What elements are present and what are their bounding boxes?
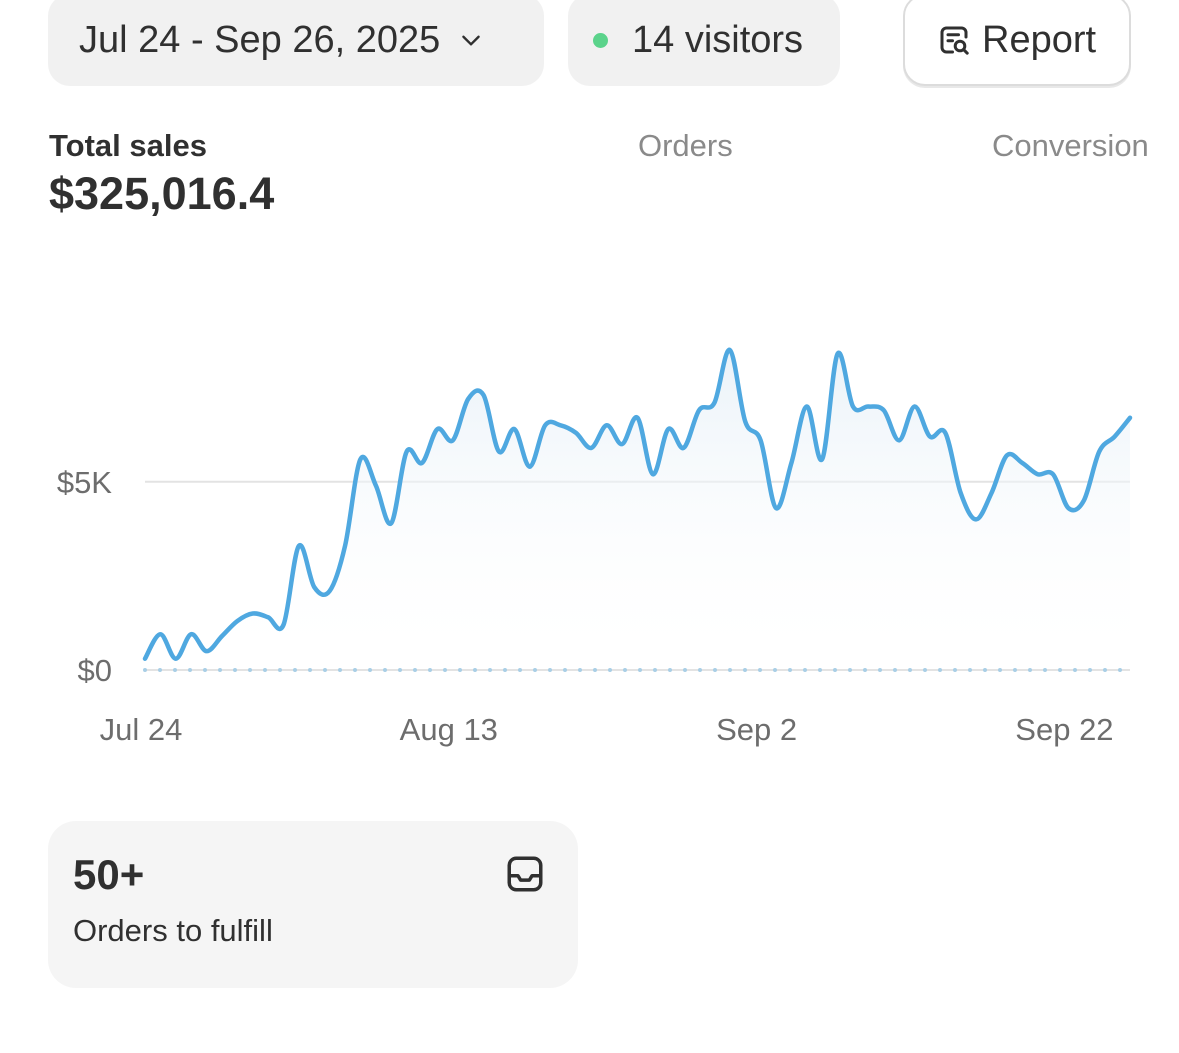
date-range-picker[interactable]: Jul 24 - Sep 26, 2025	[48, 0, 544, 86]
x-tick-label: Aug 13	[400, 712, 498, 747]
date-range-label: Jul 24 - Sep 26, 2025	[79, 18, 441, 61]
orders-to-fulfill-label: Orders to fulfill	[73, 913, 273, 948]
total-sales-value: $325,016.4	[49, 168, 275, 219]
tab-total-sales[interactable]: Total sales	[49, 128, 207, 164]
x-tick-label: Jul 24	[100, 712, 183, 747]
tab-conversion[interactable]: Conversion	[992, 128, 1149, 164]
tab-orders[interactable]: Orders	[638, 128, 733, 164]
y-tick-label: $5K	[57, 465, 112, 500]
report-button[interactable]: Report	[903, 0, 1131, 86]
orders-to-fulfill-count: 50+	[73, 851, 145, 898]
report-label: Report	[982, 18, 1097, 61]
sales-line-chart: $0 $5K Jul 24 Aug 13 Sep 2 Sep 22	[57, 347, 1133, 747]
y-tick-label: $0	[78, 653, 112, 688]
x-tick-label: Sep 22	[1015, 712, 1113, 747]
visitors-label: 14 visitors	[632, 18, 804, 61]
orders-to-fulfill-card[interactable]: 50+ Orders to fulfill	[48, 821, 578, 988]
x-tick-label: Sep 2	[716, 712, 797, 747]
report-search-icon	[940, 26, 969, 55]
live-visitors-button[interactable]: 14 visitors	[568, 0, 840, 86]
analytics-page: Jul 24 - Sep 26, 2025 14 visitors Report…	[0, 0, 1179, 1053]
live-status-dot	[593, 32, 608, 48]
inbox-icon	[507, 856, 543, 892]
chevron-down-icon	[462, 35, 481, 46]
